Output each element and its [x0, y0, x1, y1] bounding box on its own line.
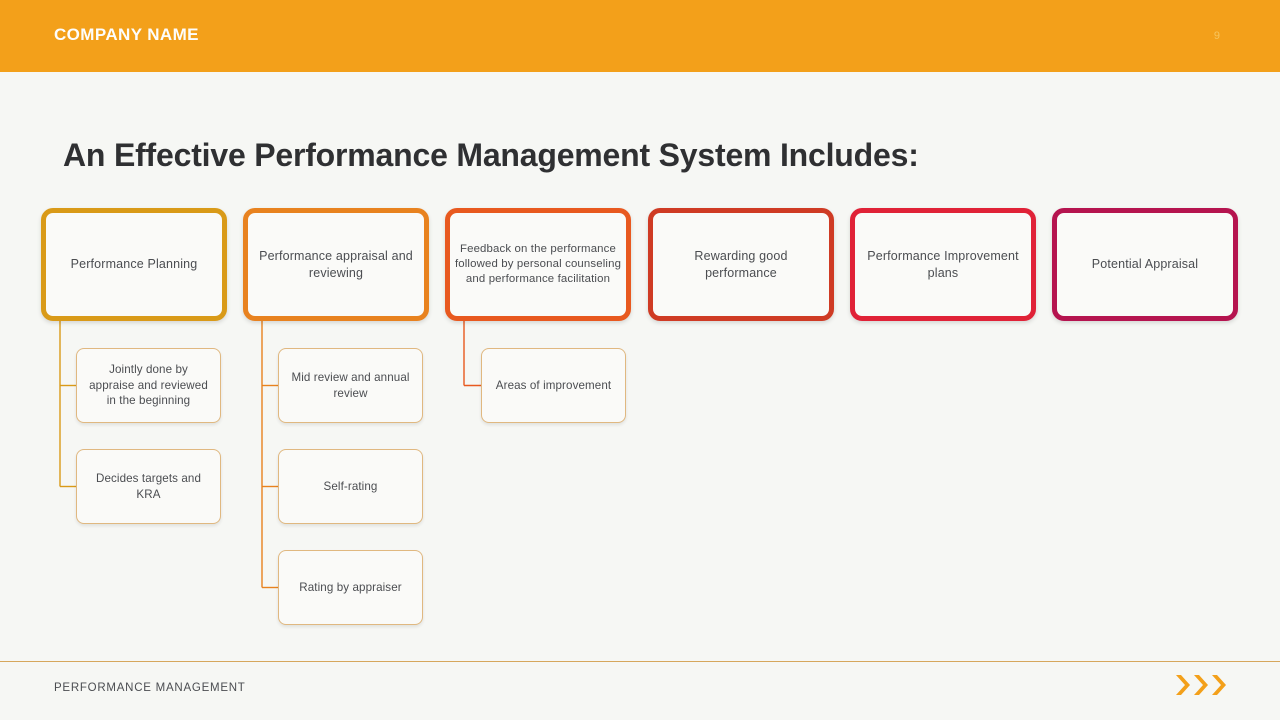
top-box-label: Performance appraisal and reviewing	[259, 249, 413, 280]
top-box-improvement-plans[interactable]: Performance Improvement plans	[850, 208, 1036, 321]
sub-box-label: Decides targets and KRA	[95, 471, 201, 501]
diagram-container: Performance Planning Performance apprais…	[0, 0, 1280, 720]
top-box-feedback[interactable]: Feedback on the performance followed by …	[445, 208, 631, 321]
sub-box-rating-by-appraiser[interactable]: Rating by appraiser	[278, 550, 423, 625]
sub-box-label: Mid review and annual review	[291, 370, 410, 400]
top-box-label: Rewarding good performance	[694, 249, 788, 280]
top-box-performance-appraisal[interactable]: Performance appraisal and reviewing	[243, 208, 429, 321]
footer-chevrons[interactable]	[1173, 672, 1226, 698]
chevron-right-icon	[1176, 675, 1190, 695]
top-box-label: Potential Appraisal	[1091, 257, 1199, 272]
top-box-label: Performance Improvement plans	[867, 249, 1019, 280]
top-box-label: Performance Planning	[70, 257, 198, 272]
sub-box-areas-of-improvement[interactable]: Areas of improvement	[481, 348, 626, 423]
top-box-potential-appraisal[interactable]: Potential Appraisal	[1052, 208, 1238, 321]
sub-box-label: Rating by appraiser	[299, 580, 402, 594]
sub-box-decides-targets[interactable]: Decides targets and KRA	[76, 449, 221, 524]
top-box-label: Feedback on the performance followed by …	[454, 242, 622, 286]
footer-label: PERFORMANCE MANAGEMENT	[54, 682, 246, 694]
top-box-rewarding-good-performance[interactable]: Rewarding good performance	[648, 208, 834, 321]
sub-box-jointly-done[interactable]: Jointly done by appraise and reviewed in…	[76, 348, 221, 423]
chevron-right-icon	[1212, 675, 1226, 695]
sub-box-label: Jointly done by appraise and reviewed in…	[89, 363, 208, 408]
footer-divider	[0, 661, 1280, 662]
chevron-right-icon	[1194, 675, 1208, 695]
sub-box-mid-review[interactable]: Mid review and annual review	[278, 348, 423, 423]
sub-box-self-rating[interactable]: Self-rating	[278, 449, 423, 524]
sub-box-label: Self-rating	[323, 479, 378, 493]
sub-box-label: Areas of improvement	[495, 378, 612, 392]
top-box-performance-planning[interactable]: Performance Planning	[41, 208, 227, 321]
